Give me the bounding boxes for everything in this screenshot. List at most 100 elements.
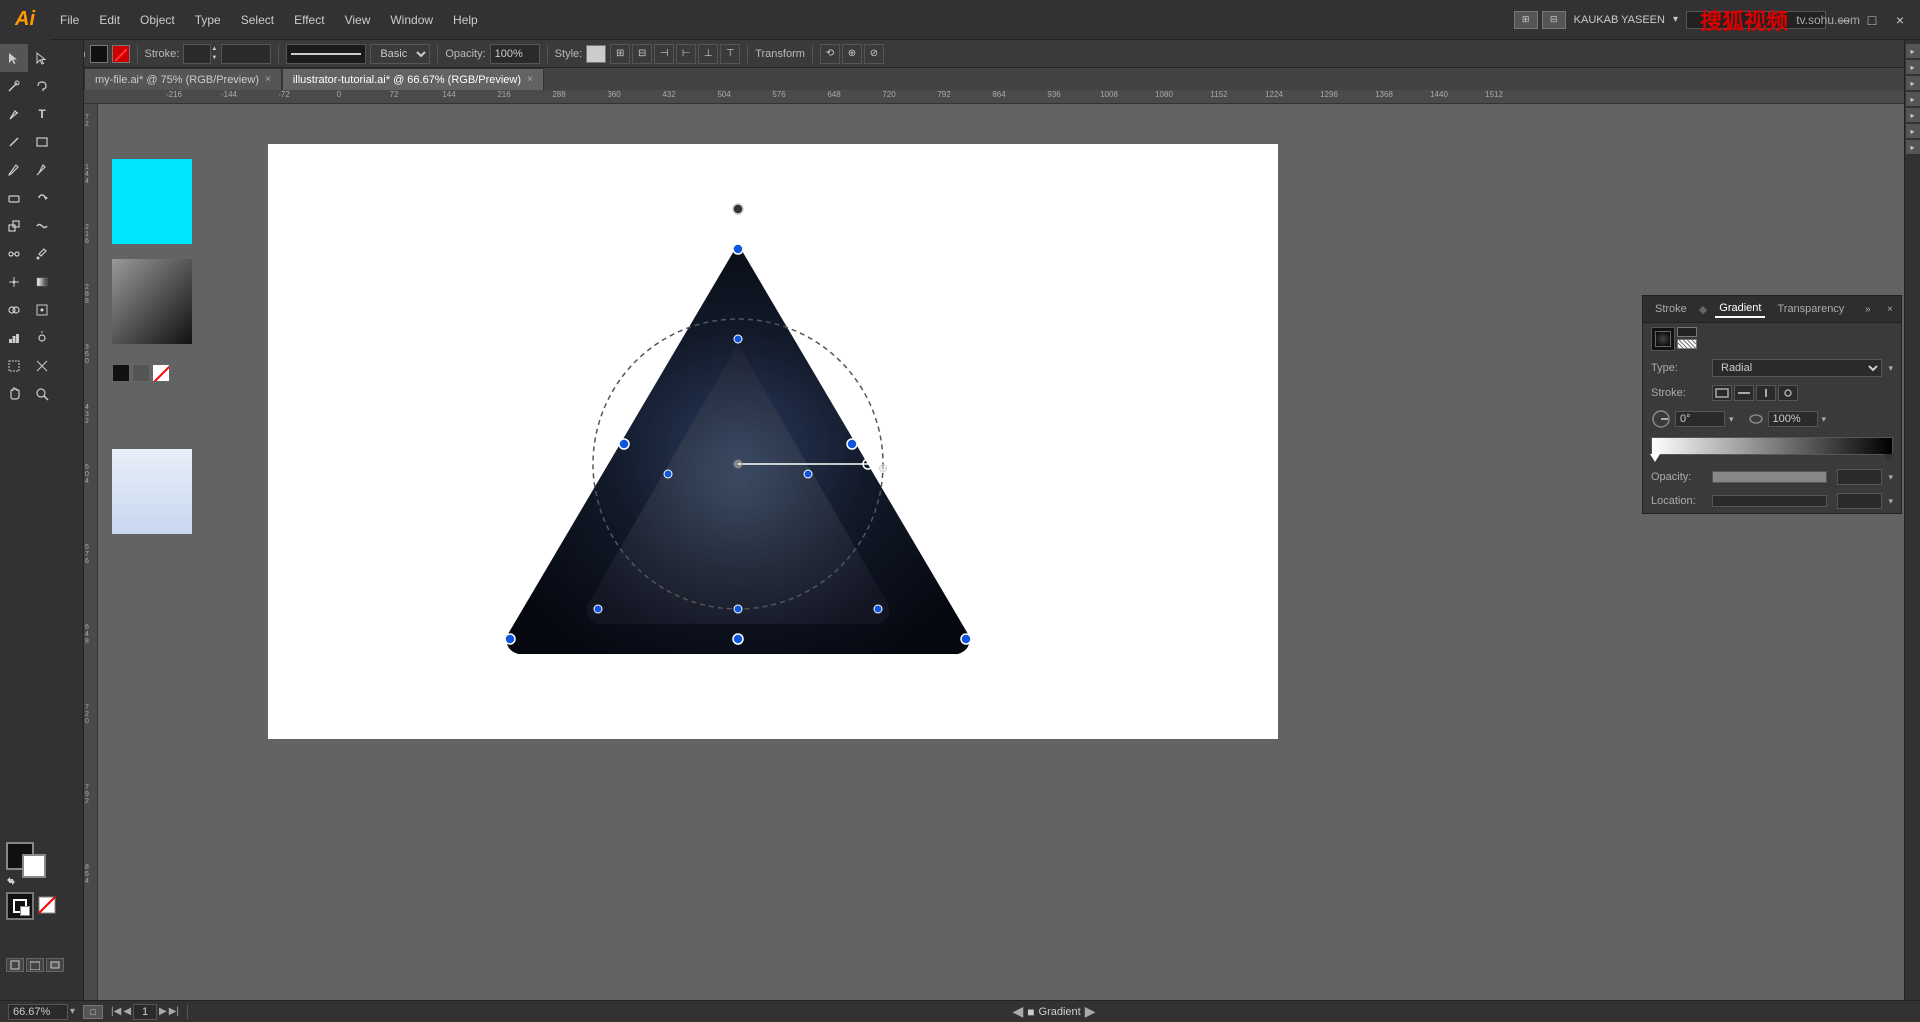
tab-tutorial[interactable]: illustrator-tutorial.ai* @ 66.67% (RGB/P… — [282, 68, 544, 90]
pencil-tool[interactable] — [28, 156, 56, 184]
full-screen-btn[interactable] — [26, 958, 44, 972]
pathfinder-tool[interactable]: ⊟ — [632, 44, 652, 64]
direct-select-tool[interactable] — [28, 44, 56, 72]
rp-btn-5[interactable]: ▸ — [1906, 108, 1920, 122]
panel-close-btn[interactable]: × — [1887, 304, 1893, 315]
stroke-btn-4[interactable] — [1778, 385, 1798, 401]
page-input[interactable] — [133, 1004, 157, 1020]
opacity-value-input[interactable] — [1837, 469, 1882, 485]
gradient-stop-right[interactable] — [1884, 454, 1894, 462]
prev-page-btn[interactable]: |◀ — [111, 1006, 121, 1017]
align-left-btn[interactable]: ⊣ — [654, 44, 674, 64]
arrange-icon[interactable]: ⊞ — [1514, 11, 1538, 29]
menu-edit[interactable]: Edit — [89, 0, 130, 39]
pct-input[interactable] — [1768, 411, 1818, 427]
style-swatch[interactable] — [586, 45, 606, 63]
menu-window[interactable]: Window — [380, 0, 443, 39]
perspective-btn[interactable]: ⊘ — [864, 44, 884, 64]
rp-btn-1[interactable]: ▸ — [1906, 44, 1920, 58]
maximize-button[interactable]: □ — [1862, 10, 1882, 30]
menu-file[interactable]: File — [50, 0, 89, 39]
type-tool[interactable]: T — [28, 100, 56, 128]
gradient-preview-box[interactable] — [1651, 327, 1675, 351]
rotate-tool[interactable] — [28, 184, 56, 212]
blend-tool[interactable] — [0, 240, 28, 268]
align-tool[interactable]: ⊞ — [610, 44, 630, 64]
tab-my-file[interactable]: my-file.ai* @ 75% (RGB/Preview) × — [84, 68, 282, 90]
close-button[interactable]: × — [1890, 10, 1910, 30]
background-color[interactable] — [22, 854, 46, 878]
opacity-dropdown[interactable]: ▾ — [1888, 472, 1893, 483]
stroke-along-btn[interactable] — [1734, 385, 1754, 401]
pen-tool[interactable] — [0, 100, 28, 128]
stroke-width-stepper[interactable]: ▲ ▼ — [211, 45, 217, 63]
swap-colors-icon[interactable] — [6, 876, 16, 886]
tab-my-file-close[interactable]: × — [265, 74, 271, 85]
stroke-tab[interactable]: Stroke — [1651, 301, 1691, 317]
username-arrow[interactable]: ▾ — [1673, 14, 1678, 25]
rp-btn-3[interactable]: ▸ — [1906, 76, 1920, 90]
gradient-bar[interactable] — [1651, 437, 1893, 455]
angle-input[interactable] — [1675, 411, 1725, 427]
location-dropdown[interactable]: ▾ — [1888, 496, 1893, 507]
none-swatch[interactable] — [38, 896, 56, 914]
location-value-input[interactable] — [1837, 493, 1882, 509]
normal-screen-btn[interactable] — [6, 958, 24, 972]
scale-tool[interactable] — [0, 212, 28, 240]
prev-btn[interactable]: ◀ — [123, 1006, 131, 1017]
gradient-stop-left[interactable] — [1650, 454, 1660, 462]
panel-collapse-btn[interactable]: » — [1865, 304, 1871, 315]
rp-btn-6[interactable]: ▸ — [1906, 124, 1920, 138]
forward-btn[interactable]: ▶ — [1085, 1003, 1096, 1020]
live-paint-tool[interactable] — [28, 296, 56, 324]
canvas-icon[interactable]: □ — [83, 1005, 103, 1019]
distribute2-btn[interactable]: ⊤ — [720, 44, 740, 64]
rp-btn-4[interactable]: ▸ — [1906, 92, 1920, 106]
zoom-input[interactable] — [8, 1004, 68, 1020]
column-graph-tool[interactable] — [0, 324, 28, 352]
opacity-slider[interactable] — [1712, 471, 1827, 483]
slice-tool[interactable] — [28, 352, 56, 380]
swatch-black[interactable] — [112, 364, 130, 382]
stroke-style-select[interactable]: Basic — [370, 44, 430, 64]
stroke-across-btn[interactable] — [1756, 385, 1776, 401]
fill-stroke-icon[interactable] — [6, 892, 34, 920]
stroke-width-input[interactable] — [183, 44, 211, 64]
pct-dropdown[interactable]: ▾ — [1822, 414, 1827, 425]
warp-tool[interactable] — [28, 212, 56, 240]
next-btn[interactable]: ▶ — [159, 1006, 167, 1017]
puppet-warp-btn[interactable]: ⊕ — [842, 44, 862, 64]
tab-tutorial-close[interactable]: × — [527, 74, 533, 85]
mesh-tool[interactable] — [0, 268, 28, 296]
triangle-artwork[interactable]: ⊕ — [488, 194, 988, 694]
swatch-none-x[interactable] — [152, 364, 170, 382]
menu-select[interactable]: Select — [231, 0, 284, 39]
gradient-tool[interactable] — [28, 268, 56, 296]
free-transform-btn[interactable]: ⟲ — [820, 44, 840, 64]
zoom-down-arrow[interactable]: ▾ — [70, 1006, 75, 1017]
stroke-swatch[interactable] — [112, 45, 130, 63]
menu-help[interactable]: Help — [443, 0, 488, 39]
magic-wand-tool[interactable] — [0, 72, 28, 100]
transparency-tab[interactable]: Transparency — [1773, 301, 1848, 317]
swatch-gray[interactable] — [132, 364, 150, 382]
fill-swatch[interactable] — [90, 45, 108, 63]
gradient-type-select[interactable]: Radial Linear — [1712, 359, 1882, 377]
stroke-within-btn[interactable] — [1712, 385, 1732, 401]
rewind-btn[interactable]: ◀ — [1013, 1003, 1024, 1020]
hand-tool[interactable] — [0, 380, 28, 408]
eyedropper-tool[interactable] — [28, 240, 56, 268]
angle-dropdown[interactable]: ▾ — [1729, 414, 1734, 425]
stroke-swatch-dark[interactable] — [1677, 327, 1697, 337]
stroke-swatch-light[interactable] — [1677, 339, 1697, 349]
gradient-tab[interactable]: Gradient — [1715, 300, 1765, 318]
menu-view[interactable]: View — [335, 0, 381, 39]
type-select-arrow[interactable]: ▾ — [1888, 363, 1893, 374]
menu-object[interactable]: Object — [130, 0, 185, 39]
eraser-tool[interactable] — [0, 184, 28, 212]
shape-builder-tool[interactable] — [0, 296, 28, 324]
lasso-tool[interactable] — [28, 72, 56, 100]
align-right-btn[interactable]: ⊢ — [676, 44, 696, 64]
paintbrush-tool[interactable] — [0, 156, 28, 184]
menu-effect[interactable]: Effect — [284, 0, 334, 39]
